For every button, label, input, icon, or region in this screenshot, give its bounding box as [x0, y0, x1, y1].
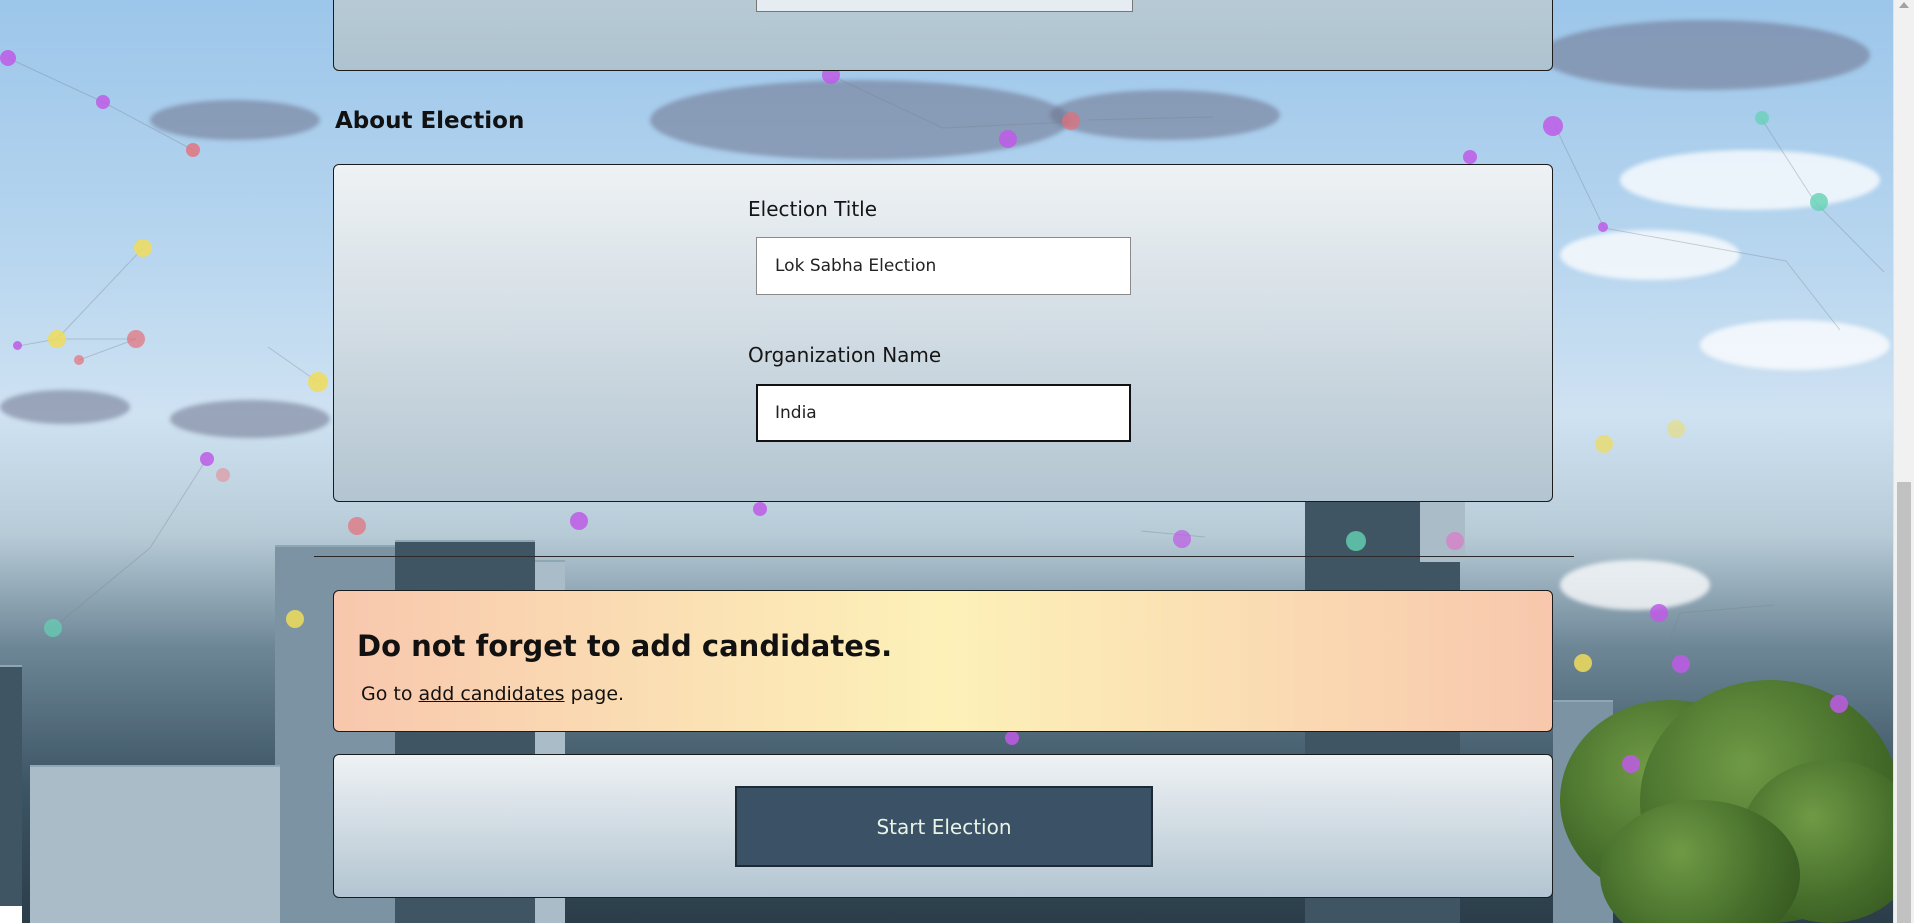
reminder-text-before: Go to: [361, 683, 413, 705]
start-election-panel: Start Election: [333, 754, 1553, 898]
reminder-title: Do not forget to add candidates.: [357, 629, 893, 663]
election-title-label: Election Title: [748, 197, 878, 221]
vertical-scrollbar[interactable]: [1893, 0, 1914, 923]
add-candidates-link[interactable]: add candidates: [419, 683, 565, 705]
corner-box: [0, 906, 22, 923]
previous-panel: [333, 0, 1553, 71]
reminder-text: Go to add candidates page.: [361, 683, 624, 705]
add-candidates-reminder: Do not forget to add candidates. Go to a…: [333, 590, 1553, 732]
organization-name-input[interactable]: [756, 384, 1131, 442]
scrollbar-thumb[interactable]: [1897, 482, 1911, 923]
reminder-text-after: page.: [570, 683, 625, 705]
election-title-input[interactable]: [756, 237, 1131, 295]
about-election-panel: Election Title Organization Name: [333, 164, 1553, 502]
section-divider: [314, 556, 1574, 557]
about-election-heading: About Election: [335, 108, 525, 134]
scroll-up-arrow-icon[interactable]: [1899, 2, 1909, 8]
start-election-button[interactable]: Start Election: [735, 786, 1153, 867]
previous-input[interactable]: [756, 0, 1133, 12]
organization-name-label: Organization Name: [748, 343, 942, 367]
